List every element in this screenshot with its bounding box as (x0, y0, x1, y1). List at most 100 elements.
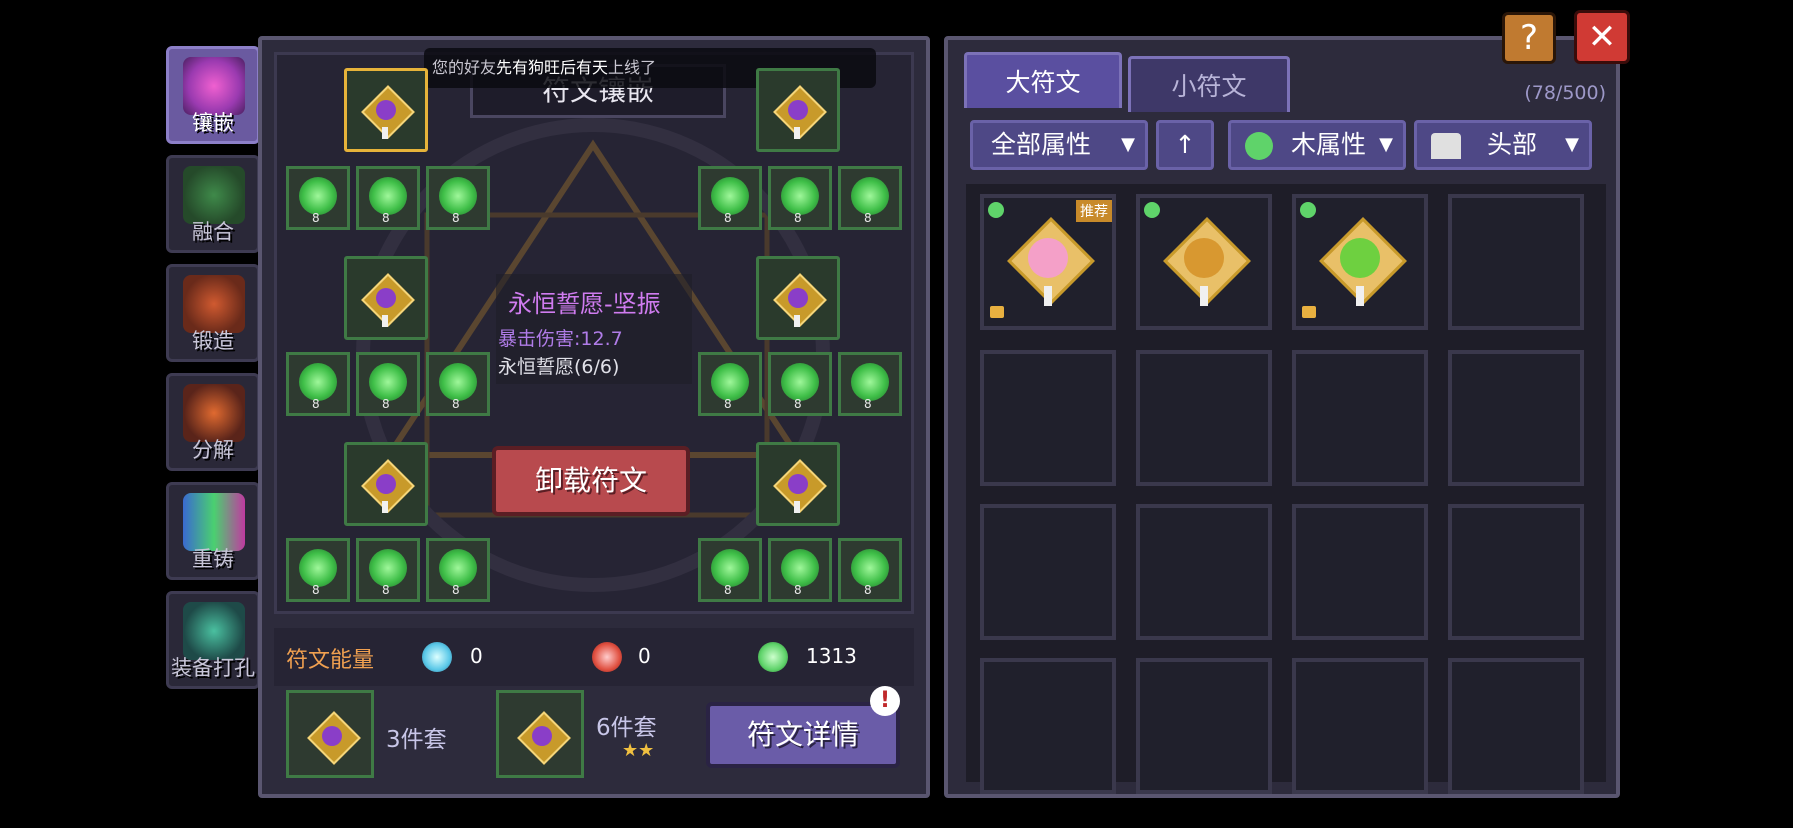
element-filter-dropdown[interactable]: 木属性 ▼ (1228, 120, 1406, 170)
wood-energy-icon (758, 642, 788, 672)
attribute-filter-label: 全部属性 (991, 130, 1092, 159)
big-rune-slot[interactable] (344, 442, 428, 526)
small-rune-slot[interactable]: 8 (838, 538, 902, 602)
wood-element-icon (1245, 132, 1273, 160)
gem-level: 8 (312, 583, 320, 597)
water-energy-value: 0 (470, 644, 483, 668)
rune-cell-empty[interactable] (980, 504, 1116, 640)
rune-cell-empty[interactable] (1448, 194, 1584, 330)
wood-gem-icon (299, 549, 337, 587)
rune-cell-empty[interactable] (980, 658, 1116, 794)
tab-forge-label: 锻造 (192, 329, 234, 353)
rune-icon (773, 457, 827, 513)
slot-filter-dropdown[interactable]: 头部 ▼ (1414, 120, 1592, 170)
alert-badge: ! (870, 686, 900, 716)
small-rune-slot[interactable]: 8 (356, 538, 420, 602)
small-rune-slot[interactable]: 8 (698, 538, 762, 602)
rune-icon (517, 709, 571, 765)
small-rune-slot[interactable]: 8 (426, 352, 490, 416)
tab-inlay[interactable]: 镶嵌 (166, 46, 260, 144)
tab-fusion-label: 融合 (192, 220, 234, 244)
wood-gem-icon (369, 549, 407, 587)
wood-element-icon (1144, 202, 1160, 218)
big-rune-slot[interactable] (756, 68, 840, 152)
small-rune-slot[interactable]: 8 (356, 166, 420, 230)
rune-cell-empty[interactable] (980, 350, 1116, 486)
rune-cell-empty[interactable] (1136, 658, 1272, 794)
rune-stat: 暴击伤害:12.7 (498, 328, 623, 350)
small-rune-slot[interactable]: 8 (286, 538, 350, 602)
rune-detail-button[interactable]: 符文详情 (706, 702, 900, 768)
rune-cell[interactable] (1292, 194, 1428, 330)
wood-gem-icon (711, 549, 749, 587)
rune-grid: 推荐 (966, 184, 1606, 794)
small-rune-slot[interactable]: 8 (698, 352, 762, 416)
gem-level: 8 (452, 397, 460, 411)
big-rune-slot[interactable] (344, 68, 428, 152)
small-rune-slot[interactable]: 8 (356, 352, 420, 416)
big-rune-slot[interactable] (756, 442, 840, 526)
tab-small-rune[interactable]: 小符文 (1128, 56, 1290, 112)
small-rune-slot[interactable]: 8 (768, 166, 832, 230)
attribute-filter-dropdown[interactable]: 全部属性 ▼ (970, 120, 1148, 170)
tab-fusion[interactable]: 融合 (166, 155, 260, 253)
small-rune-slot[interactable]: 8 (838, 166, 902, 230)
rune-item-icon (1319, 216, 1407, 306)
inventory-count: (78/500) (1524, 82, 1606, 104)
big-rune-slot[interactable] (756, 256, 840, 340)
rune-cell-empty[interactable] (1136, 350, 1272, 486)
rune-cell-empty[interactable] (1448, 350, 1584, 486)
rune-cell-empty[interactable] (1448, 504, 1584, 640)
close-button[interactable]: ✕ (1574, 10, 1630, 64)
rune-cell[interactable]: 推荐 (980, 194, 1116, 330)
rune-item-icon (1007, 216, 1095, 306)
small-rune-slot[interactable]: 8 (838, 352, 902, 416)
wood-gem-icon (851, 549, 889, 587)
small-rune-slot[interactable]: 8 (698, 166, 762, 230)
rune-icon (307, 709, 361, 765)
small-rune-slot[interactable]: 8 (426, 166, 490, 230)
sort-button[interactable]: ↑ (1156, 120, 1214, 170)
tab-forge[interactable]: 锻造 (166, 264, 260, 362)
rune-icon (361, 271, 415, 327)
rune-energy-bar: 符文能量 0 0 1313 (274, 628, 914, 686)
small-rune-slot[interactable]: 8 (286, 166, 350, 230)
wood-gem-icon (781, 363, 819, 401)
help-button[interactable]: ? (1502, 12, 1556, 64)
small-rune-slot[interactable]: 8 (768, 538, 832, 602)
fire-energy-value: 0 (638, 644, 651, 668)
chevron-down-icon: ▼ (1121, 134, 1135, 155)
big-rune-slot[interactable] (344, 256, 428, 340)
wood-gem-icon (711, 363, 749, 401)
tab-recast-label: 重铸 (192, 547, 234, 571)
tab-big-rune[interactable]: 大符文 (964, 52, 1122, 108)
rune-cell-empty[interactable] (1292, 658, 1428, 794)
unload-rune-button[interactable]: 卸载符文 (492, 446, 690, 516)
tab-recast[interactable]: 重铸 (166, 482, 260, 580)
wood-element-icon (1300, 202, 1316, 218)
fire-energy-icon (592, 642, 622, 672)
tab-decompose[interactable]: 分解 (166, 373, 260, 471)
small-rune-slot[interactable]: 8 (286, 352, 350, 416)
rune-cell-empty[interactable] (1292, 504, 1428, 640)
rune-cell[interactable] (1136, 194, 1272, 330)
rune-cell-empty[interactable] (1136, 504, 1272, 640)
small-rune-slot[interactable]: 8 (426, 538, 490, 602)
tab-socket[interactable]: 装备打孔 (166, 591, 260, 689)
tab-socket-label: 装备打孔 (171, 656, 255, 680)
wood-gem-icon (711, 177, 749, 215)
rune-energy-label: 符文能量 (286, 648, 375, 673)
gem-level: 8 (452, 583, 460, 597)
rune-icon (773, 271, 827, 327)
rune-set-progress: 永恒誓愿(6/6) (498, 356, 620, 378)
gem-level: 8 (382, 397, 390, 411)
wood-gem-icon (369, 363, 407, 401)
wood-gem-icon (439, 363, 477, 401)
set3-bonus-icon[interactable] (286, 690, 374, 778)
set6-bonus-icon[interactable] (496, 690, 584, 778)
gem-level: 8 (312, 211, 320, 225)
rune-cell-empty[interactable] (1448, 658, 1584, 794)
rune-cell-empty[interactable] (1292, 350, 1428, 486)
small-rune-slot[interactable]: 8 (768, 352, 832, 416)
wood-gem-icon (781, 177, 819, 215)
